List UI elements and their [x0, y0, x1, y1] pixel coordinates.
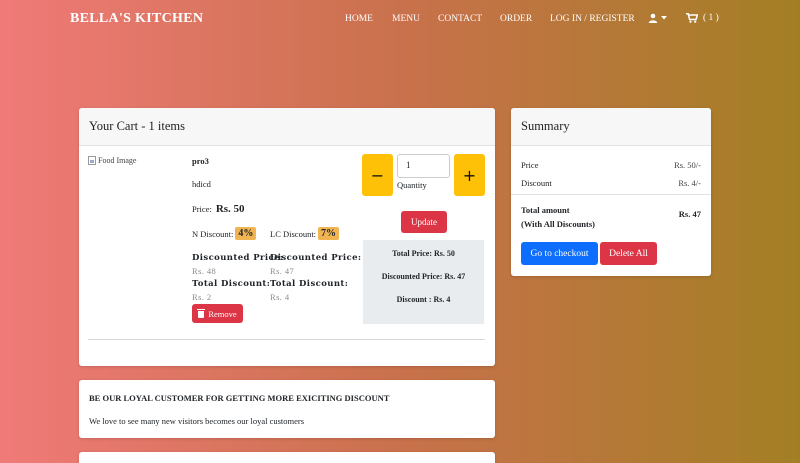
nav-contact-link[interactable]: CONTACT [438, 14, 482, 24]
n-discounted-price-value: Rs. 48 [192, 266, 217, 276]
lc-discount: LC Discount: 7% [270, 227, 340, 240]
summary-price-label: Price [521, 160, 539, 170]
product-name: pro3 [192, 156, 209, 166]
next-card-partial [79, 452, 495, 463]
nav-login-register-link[interactable]: LOG IN / REGISTER [550, 14, 635, 24]
summary-price-row: Price Rs. 50/- [521, 160, 701, 170]
cart-card: Your Cart - 1 items Food Image pro3 hdic… [79, 108, 495, 366]
cart-header: Your Cart - 1 items [79, 108, 495, 146]
update-button[interactable]: Update [401, 211, 447, 233]
cart-count: ( 1 ) [703, 13, 719, 23]
quantity-increase-button[interactable]: + [454, 154, 485, 196]
n-discount: N Discount: 4% [192, 227, 257, 240]
loyal-text: We love to see many new visitors becomes… [89, 416, 305, 426]
lc-discounted-price-value: Rs. 47 [270, 266, 295, 276]
discount-amount: Discount : Rs. 4 [396, 295, 451, 304]
summary-discount-value: Rs. 4/- [678, 178, 701, 188]
summary-divider [511, 194, 711, 195]
summary-price-value: Rs. 50/- [674, 160, 701, 170]
loyal-title: BE OUR LOYAL CUSTOMER FOR GETTING MORE E… [89, 393, 390, 403]
n-discount-label: N Discount: [192, 228, 234, 239]
brand-logo[interactable]: BELLA'S KITCHEN [70, 11, 203, 27]
loyal-customer-card: BE OUR LOYAL CUSTOMER FOR GETTING MORE E… [79, 380, 495, 438]
quantity-label: Quantity [397, 180, 427, 190]
summary-discount-label: Discount [521, 178, 552, 188]
price-label: Price: [192, 204, 212, 214]
user-icon [648, 13, 658, 23]
lc-discounted-price-label: Discounted Price: [270, 253, 362, 263]
summary-total-label-line2: (With All Discounts) [521, 219, 595, 229]
summary-total-label-line1: Total amount [521, 205, 570, 215]
summary-card: Summary Price Rs. 50/- Discount Rs. 4/- … [511, 108, 711, 276]
discounted-price: Discounted Price: Rs. 47 [381, 272, 466, 281]
food-image-alt: Food Image [98, 156, 137, 165]
product-description: hdicd [192, 179, 211, 189]
price-value: Rs. 50 [215, 203, 245, 215]
product-price: Price: Rs. 50 [192, 203, 245, 215]
item-totals-box: Total Price: Rs. 50 Discounted Price: Rs… [363, 240, 484, 324]
nav-menu-link[interactable]: MENU [392, 14, 420, 24]
lc-total-discount-label: Total Discount: [270, 279, 349, 289]
navbar: BELLA'S KITCHEN HOME MENU CONTACT ORDER … [0, 0, 800, 40]
trash-icon [197, 308, 206, 318]
cart-link[interactable]: ( 1 ) [686, 13, 719, 23]
quantity-input[interactable]: 1 [397, 154, 450, 178]
delete-all-button[interactable]: Delete All [600, 242, 657, 265]
remove-label: Remove [208, 308, 237, 319]
broken-image-icon [88, 156, 96, 165]
caret-down-icon [661, 16, 667, 20]
food-image: Food Image [88, 156, 136, 165]
n-total-discount-label: Total Discount: [192, 279, 271, 289]
lc-discount-badge: 7% [318, 227, 340, 240]
n-total-discount-value: Rs. 2 [192, 292, 212, 302]
shopping-cart-icon [686, 13, 698, 23]
summary-discount-row: Discount Rs. 4/- [521, 178, 701, 188]
user-dropdown-toggle[interactable] [648, 13, 667, 23]
nav-home-link[interactable]: HOME [345, 14, 373, 24]
n-discount-badge: 4% [235, 227, 257, 240]
lc-discount-label: LC Discount: [270, 228, 317, 239]
summary-total-value: Rs. 47 [678, 209, 701, 219]
summary-header: Summary [511, 108, 711, 146]
lc-total-discount-value: Rs. 4 [270, 292, 290, 302]
checkout-button[interactable]: Go to checkout [521, 242, 598, 265]
quantity-decrease-button[interactable]: − [362, 154, 393, 196]
summary-total-label: Total amount (With All Discounts) [521, 203, 595, 231]
remove-button[interactable]: Remove [192, 304, 243, 323]
total-price: Total Price: Rs. 50 [392, 249, 455, 258]
nav-order-link[interactable]: ORDER [500, 14, 532, 24]
divider [88, 339, 485, 340]
